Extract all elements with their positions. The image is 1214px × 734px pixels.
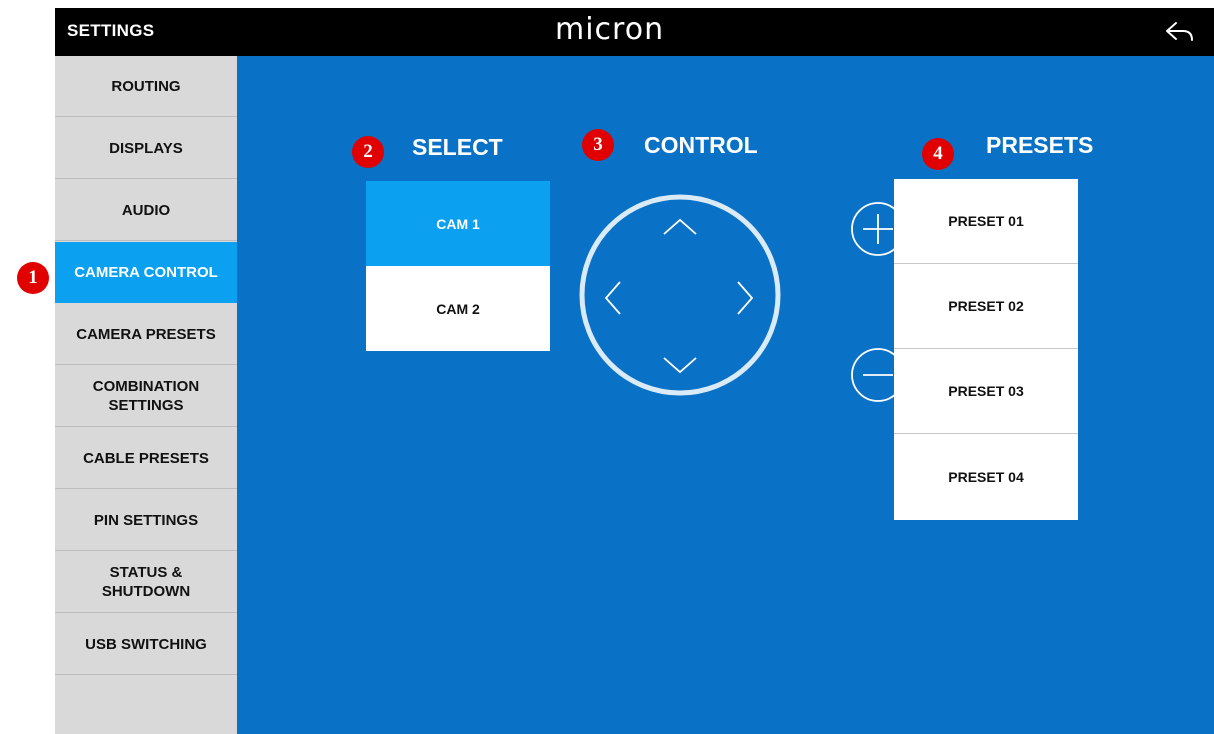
- sidebar-item-label: USB SWITCHING: [85, 635, 207, 653]
- camera-control-panel: 2 SELECT CAM 1 CAM 2 3 CONTROL 4 PRESETS…: [237, 56, 1214, 734]
- cam-1-button[interactable]: CAM 1: [366, 181, 550, 266]
- annotation-badge-1: 1: [17, 262, 49, 294]
- cam-2-button[interactable]: CAM 2: [366, 266, 550, 351]
- sidebar-item-audio[interactable]: AUDIO: [55, 180, 237, 241]
- preset-label: PRESET 03: [948, 383, 1024, 399]
- sidebar-item-cable-presets[interactable]: CABLE PRESETS: [55, 428, 237, 489]
- sidebar-item-pin-settings[interactable]: PIN SETTINGS: [55, 490, 237, 551]
- chevron-right-icon[interactable]: [735, 280, 755, 316]
- sidebar-item-label: ROUTING: [111, 77, 181, 95]
- sidebar-item-label: AUDIO: [121, 201, 171, 219]
- sidebar-item-displays[interactable]: DISPLAYS: [55, 118, 237, 179]
- annotation-badge-2: 2: [352, 136, 384, 168]
- sidebar-item-camera-control[interactable]: CAMERA CONTROL: [55, 242, 237, 303]
- chevron-left-icon[interactable]: [603, 280, 623, 316]
- preset-03-button[interactable]: PRESET 03: [894, 349, 1078, 434]
- sidebar-item-combination-settings[interactable]: COMBINATION SETTINGS: [55, 366, 237, 427]
- sidebar-item-usb-switching[interactable]: USB SWITCHING: [55, 614, 237, 675]
- sidebar-item-label: CAMERA PRESETS: [76, 325, 216, 343]
- sidebar-item-label: DISPLAYS: [109, 139, 183, 157]
- preset-01-button[interactable]: PRESET 01: [894, 179, 1078, 264]
- settings-app: SETTINGS micron ROUTING DISPLAYS AUDIO C…: [55, 8, 1214, 734]
- micron-logo: micron: [555, 12, 665, 47]
- presets-heading: PRESETS: [986, 132, 1094, 158]
- sidebar-item-label: CAMERA CONTROL: [74, 264, 218, 281]
- annotation-badge-3: 3: [582, 129, 614, 161]
- cam-label: CAM 1: [436, 215, 480, 232]
- annotation-badge-4: 4: [922, 138, 954, 170]
- top-bar: SETTINGS micron: [55, 8, 1214, 56]
- back-arrow-icon[interactable]: [1165, 20, 1195, 44]
- sidebar-item-routing[interactable]: ROUTING: [55, 56, 237, 117]
- preset-label: PRESET 04: [948, 469, 1024, 485]
- sidebar-item-camera-presets[interactable]: CAMERA PRESETS: [55, 304, 237, 365]
- sidebar: ROUTING DISPLAYS AUDIO CAMERA CONTROL CA…: [55, 56, 237, 734]
- sidebar-item-label: STATUS & SHUTDOWN: [101, 564, 191, 600]
- sidebar-item-label: CABLE PRESETS: [83, 449, 209, 467]
- preset-label: PRESET 01: [948, 213, 1024, 229]
- page-title: SETTINGS: [67, 21, 155, 40]
- preset-02-button[interactable]: PRESET 02: [894, 264, 1078, 349]
- cam-label: CAM 2: [436, 300, 480, 317]
- preset-04-button[interactable]: PRESET 04: [894, 434, 1078, 520]
- chevron-down-icon[interactable]: [662, 355, 698, 375]
- preset-label: PRESET 02: [948, 298, 1024, 314]
- sidebar-item-status-shutdown[interactable]: STATUS & SHUTDOWN: [55, 552, 237, 613]
- sidebar-item-label: PIN SETTINGS: [93, 511, 199, 529]
- sidebar-item-label: COMBINATION SETTINGS: [92, 378, 200, 414]
- chevron-up-icon[interactable]: [662, 217, 698, 237]
- control-heading: CONTROL: [644, 132, 758, 158]
- select-heading: SELECT: [412, 134, 503, 160]
